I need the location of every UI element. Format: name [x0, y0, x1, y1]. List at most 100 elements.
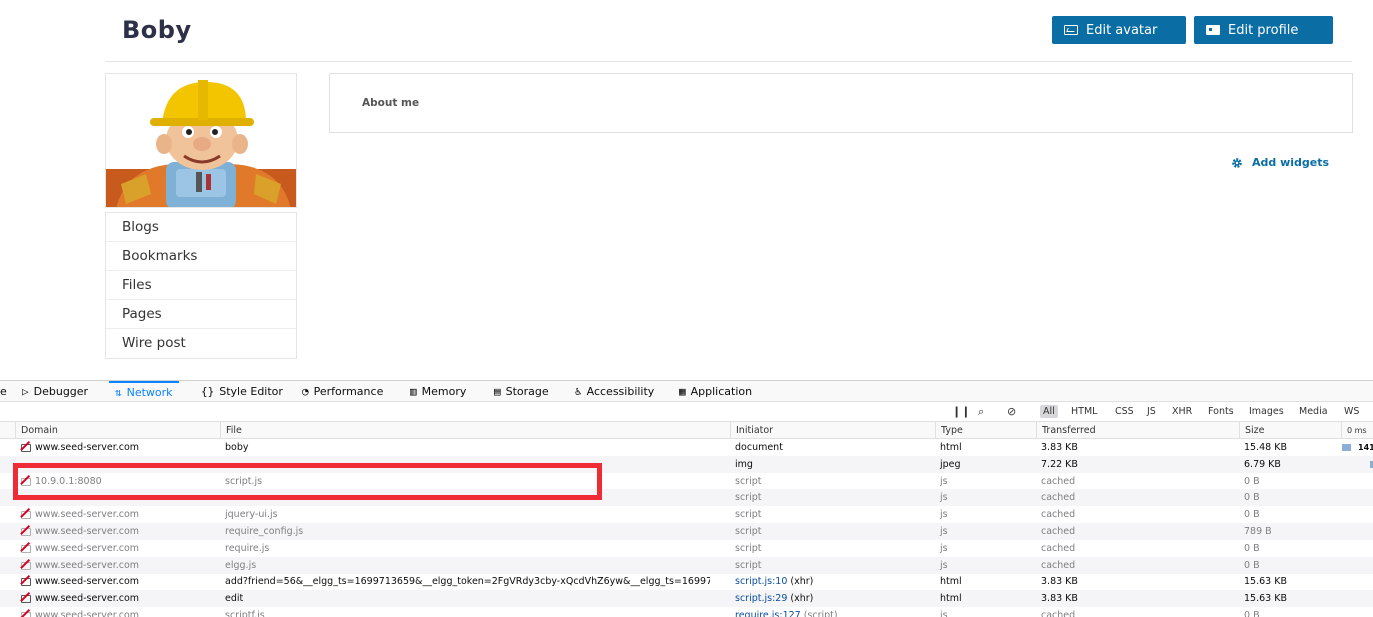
owner-menu: Blogs Bookmarks Files Pages Wire post — [105, 212, 297, 359]
table-row[interactable]: www.seed-server.com add?friend=56&__elgg_… — [0, 573, 1373, 590]
avatar-image — [106, 80, 296, 207]
table-row[interactable]: www.seed-server.com elgg.js script js cached… — [0, 556, 1373, 574]
filter-css[interactable]: CSS — [1112, 405, 1137, 418]
filter-html[interactable]: HTML — [1068, 405, 1100, 418]
col-size[interactable]: Size — [1239, 422, 1265, 439]
search-icon[interactable]: ⌕ — [978, 405, 984, 419]
cell-transferred: 3.83 KB — [1041, 442, 1078, 453]
tab-performance[interactable]: ◔ Performance — [302, 381, 383, 402]
cell-domain: www.seed-server.com — [15, 590, 220, 607]
cell-initiator: script — [730, 523, 935, 540]
initiator-text[interactable]: require.js:127 — [735, 610, 801, 617]
cell-transferred: 7.22 KB — [1041, 458, 1078, 470]
filter-ws[interactable]: WS — [1341, 405, 1362, 418]
cell-initiator: script — [730, 473, 935, 490]
tab-style-editor[interactable]: {} Style Editor — [201, 381, 283, 402]
header-divider — [105, 61, 1352, 62]
cell-size: 6.79 KB — [1244, 458, 1281, 470]
initiator-cause: (script) — [803, 610, 838, 617]
filter-js[interactable]: JS — [1144, 405, 1159, 418]
table-row[interactable]: www.seed-server.com require.js script js cac… — [0, 540, 1373, 557]
edit-avatar-button[interactable]: Edit avatar — [1052, 16, 1186, 44]
cell-type: js — [940, 509, 948, 521]
table-row[interactable]: www.seed-server.com boby document html 3.83 … — [0, 439, 1373, 456]
cell-size: 0 B — [1244, 542, 1260, 554]
block-icon[interactable]: ⊘ — [1007, 405, 1016, 418]
table-row[interactable]: www.seed-server.com scriptf.js require.js:… — [0, 607, 1373, 617]
cell-initiator: script — [730, 506, 935, 523]
menu-item-files[interactable]: Files — [106, 271, 296, 300]
col-initiator[interactable]: Initiator — [730, 422, 773, 439]
tab-network[interactable]: ⇅ Network — [109, 381, 179, 402]
insecure-lock-icon — [20, 508, 31, 520]
col-domain[interactable]: Domain — [15, 422, 58, 439]
col-file[interactable]: File — [220, 422, 242, 439]
tab-label: Application — [690, 385, 753, 398]
filter-fonts[interactable]: Fonts — [1205, 405, 1237, 418]
add-widgets-link[interactable]: Add widgets — [1231, 156, 1329, 169]
cell-transferred: cached — [1041, 559, 1076, 571]
filter-images[interactable]: Images — [1246, 405, 1287, 418]
col-type[interactable]: Type — [935, 422, 963, 439]
cell-timing — [1341, 557, 1373, 574]
domain-text: www.seed-server.com — [35, 559, 140, 571]
tab-debugger[interactable]: ▷ Debugger — [22, 381, 88, 402]
initiator-cause: (xhr) — [790, 593, 814, 605]
cell-transferred: cached — [1041, 492, 1076, 504]
cell-transferred: cached — [1041, 509, 1076, 521]
cell-initiator: img — [730, 456, 935, 473]
initiator-text: script — [735, 526, 762, 537]
filter-xhr[interactable]: XHR — [1169, 405, 1195, 418]
edit-profile-button[interactable]: Edit profile — [1194, 16, 1333, 44]
tab-memory[interactable]: ▥ Memory — [410, 381, 466, 402]
col-transferred[interactable]: Transferred — [1036, 422, 1096, 439]
tab-application[interactable]: ▦ Application — [679, 381, 752, 402]
cell-type: html — [940, 576, 962, 588]
menu-item-bookmarks[interactable]: Bookmarks — [106, 242, 296, 271]
col-waterfall[interactable]: 0 ms — [1341, 422, 1367, 439]
network-filter-bar: ❙❙ ⌕ ⊘ All HTML CSS JS XHR Fonts Images … — [0, 402, 1373, 422]
cell-domain: www.seed-server.com — [15, 523, 220, 540]
initiator-text[interactable]: script.js:29 — [735, 593, 787, 604]
table-row[interactable]: www.seed-server.com edit script.js:29 (xhr)… — [0, 590, 1373, 608]
menu-item-wire-post[interactable]: Wire post — [106, 329, 296, 358]
filter-all[interactable]: All — [1040, 405, 1058, 418]
initiator-text[interactable]: script.js:10 — [735, 576, 787, 587]
braces-icon: {} — [201, 385, 215, 398]
domain-text: www.seed-server.com — [35, 442, 140, 453]
cell-initiator: script — [730, 489, 935, 506]
tab-inspector[interactable]: e — [0, 381, 7, 402]
filter-media[interactable]: Media — [1296, 405, 1331, 418]
cell-type: html — [940, 442, 962, 453]
cell-file: elgg.js — [225, 559, 257, 571]
cell-initiator: script — [730, 540, 935, 557]
cell-size: 0 B — [1244, 559, 1260, 571]
tab-label: Style Editor — [219, 385, 283, 398]
memory-icon: ▥ — [410, 385, 417, 398]
insecure-lock-icon — [20, 575, 31, 587]
cell-size: 15.63 KB — [1244, 576, 1287, 588]
initiator-text: script — [735, 509, 762, 521]
cell-domain: www.seed-server.com — [15, 557, 220, 574]
cell-transferred: cached — [1041, 475, 1076, 487]
tab-label: Network — [126, 386, 173, 399]
tab-label: Performance — [313, 385, 384, 398]
cell-domain: www.seed-server.com — [15, 573, 220, 590]
table-row[interactable]: www.seed-server.com jquery-ui.js script js c… — [0, 506, 1373, 523]
cell-domain: www.seed-server.com — [15, 506, 220, 523]
menu-item-blogs[interactable]: Blogs — [106, 213, 296, 242]
tab-label: Storage — [505, 385, 549, 398]
tab-storage[interactable]: ▤ Storage — [494, 381, 549, 402]
edit-profile-label: Edit profile — [1228, 22, 1299, 38]
cell-file: boby — [225, 442, 249, 453]
tab-accessibility[interactable]: ♿ Accessibility — [575, 381, 654, 402]
pause-icon[interactable]: ❙❙ — [952, 405, 970, 418]
menu-item-pages[interactable]: Pages — [106, 300, 296, 329]
cell-initiator: document — [730, 439, 935, 456]
domain-text: www.seed-server.com — [35, 576, 140, 588]
tab-label: Debugger — [33, 385, 89, 398]
cell-transferred: cached — [1041, 610, 1076, 617]
cell-type: js — [940, 542, 948, 554]
table-row[interactable]: www.seed-server.com require_config.js scri… — [0, 523, 1373, 540]
cell-type: js — [940, 526, 948, 537]
